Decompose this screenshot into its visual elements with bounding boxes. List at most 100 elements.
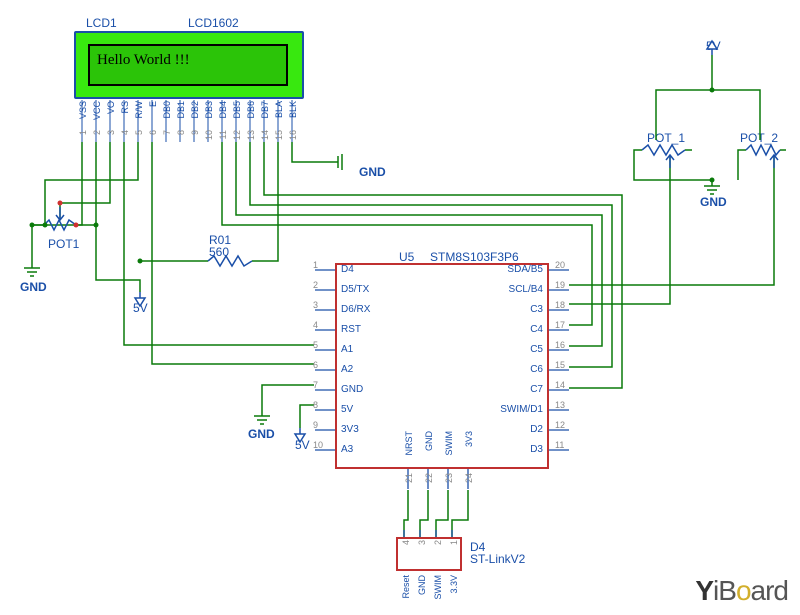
lcd-pin-name: R/W [134,101,144,119]
lcd-pin-num: 7 [162,130,172,135]
lcd-pin-num: 9 [190,130,200,135]
lcd-pin-num: 6 [148,130,158,135]
lcd-pin-num: 2 [92,130,102,135]
junction [138,259,143,264]
lcd-pin-name: DB6 [246,101,256,119]
lcd-pin-num: 14 [260,130,270,140]
mcu-pin-name: C4 [530,324,543,335]
mcu-pin-num: 13 [555,400,565,410]
junction [94,223,99,228]
pot-r2-label: POT_2 [740,131,778,145]
lcd-pin-num: 10 [204,130,214,140]
stlink-pin-num: 4 [401,540,411,545]
gnd-label-2: GND [359,165,386,179]
stlink-pin-label: GND [417,575,427,595]
mcu-pin-name: D4 [341,264,354,275]
lcd-pin-name: VSS [78,101,88,119]
gnd-label-4: GND [700,195,727,209]
mcu-ref: U5 [399,250,414,264]
stlink-pin-label: 3.3V [449,575,459,594]
lcd-pin-num: 5 [134,130,144,135]
mcu-pin-name: SWIM/D1 [500,404,543,415]
mcu-pin-name: C5 [530,344,543,355]
pot1-label: POT1 [48,237,79,251]
mcu-pin-num: 21 [404,473,414,483]
mcu-pin-num: 3 [313,300,318,310]
mcu-pin-num: 23 [444,473,454,483]
lcd-pin-name: DB2 [190,101,200,119]
mcu-pin-num: 24 [464,473,474,483]
mcu-pin-name: SDA/B5 [507,264,543,275]
mcu-pin-num: 12 [555,420,565,430]
stlink-pin-num: 2 [433,540,443,545]
mcu-pin-num: 5 [313,340,318,350]
mcu-pin-num: 1 [313,260,318,270]
lcd-pin-name: DB4 [218,101,228,119]
mcu-pin-name: D6/RX [341,304,370,315]
lcd-pin-name: RS [120,101,130,114]
mcu-pin-num: 7 [313,380,318,390]
mcu-pin-num: 20 [555,260,565,270]
mcu-part: STM8S103F3P6 [430,250,519,264]
mcu-pin-name: 5V [341,404,353,415]
mcu-pin-num: 4 [313,320,318,330]
mcu-pin-num: 11 [555,440,564,450]
mcu-pin-num: 17 [555,320,565,330]
lcd-model: LCD1602 [188,16,239,30]
pot-r1-label: POT_1 [647,131,685,145]
mcu-pin-name: SWIM [444,431,454,456]
lcd-pin-num: 3 [106,130,116,135]
lcd-pin-name: VCC [92,101,102,120]
junction [710,178,715,183]
gnd-label-3: GND [248,427,275,441]
lcd-pin-name: BLA [274,101,284,118]
lcd-pin-name: DB1 [176,101,186,119]
mcu-pin-num: 2 [313,280,318,290]
junction [710,88,715,93]
mcu-pin-name: GND [424,431,434,451]
r01-val: 560 [209,245,229,259]
mcu-pin-num: 18 [555,300,565,310]
lcd-pin-num: 1 [78,130,88,135]
gnd-label-1: GND [20,280,47,294]
5v-label-2: 5V [295,438,310,452]
stlink-pin-num: 3 [417,540,427,545]
mcu-pin-name: D2 [530,424,543,435]
stlink-pin-num: 1 [449,540,459,545]
mcu-pin-name: C7 [530,384,543,395]
lcd-pin-num: 12 [232,130,242,140]
lcd-pin-num: 13 [246,130,256,140]
mcu-pin-name: NRST [404,431,414,456]
lcd-pin-name: BLK [288,101,298,118]
lcd-pin-name: DB0 [162,101,172,119]
mcu-pin-name: GND [341,384,363,395]
mcu-pin-name: 3V3 [341,424,359,435]
5v-label-3: 5V [706,39,721,53]
lcd-pin-num: 15 [274,130,284,140]
mcu-pin-name: A3 [341,444,353,455]
lcd-pin-name: VO [106,101,116,114]
stlink-part: ST-LinkV2 [470,552,525,566]
mcu-pin-num: 16 [555,340,565,350]
mcu-pin-num: 14 [555,380,565,390]
mcu-pin-num: 19 [555,280,565,290]
lcd-pin-num: 16 [288,130,298,140]
lcd-ref: LCD1 [86,16,117,30]
mcu-pin-name: SCL/B4 [509,284,543,295]
lcd-pin-name: DB7 [260,101,270,119]
mcu-pin-name: C6 [530,364,543,375]
lcd-pin-name: DB5 [232,101,242,119]
lcd-pin-num: 8 [176,130,186,135]
junction [58,201,63,206]
mcu-pin-name: A1 [341,344,353,355]
mcu-pin-num: 9 [313,420,318,430]
lcd-pin-name: DB3 [204,101,214,119]
mcu-pin-num: 22 [424,473,434,483]
mcu-pin-name: C3 [530,304,543,315]
junction [30,223,35,228]
5v-label-1: 5V [133,301,148,315]
mcu-pin-name: D3 [530,444,543,455]
stlink-pin-label: SWIM [433,575,443,600]
mcu-pin-name: 3V3 [464,431,474,447]
lcd-pin-num: 11 [218,130,228,139]
